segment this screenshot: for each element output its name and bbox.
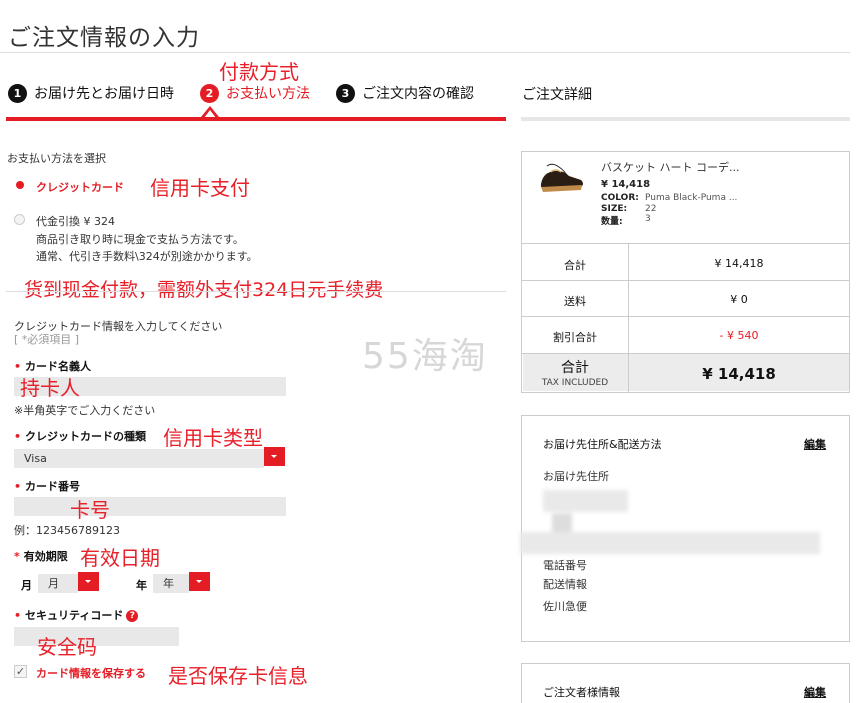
- required-star: *: [14, 550, 20, 563]
- cod-label[interactable]: 代金引換 ¥ 324: [36, 213, 115, 229]
- annotation-cod-fee: 货到现金付款，需额外支付324日元手续费: [24, 279, 384, 301]
- size-value: 22: [645, 204, 657, 214]
- step-number: 2: [200, 83, 219, 103]
- security-code-label-text: セキュリティコード: [25, 609, 124, 622]
- quantity-value: 3: [645, 214, 651, 224]
- annotation-payment-method: 付款方式: [219, 60, 299, 84]
- shipping-address-label: お届け先住所: [543, 470, 609, 483]
- total-row: 合計 TAX INCLUDED ¥ 14,418: [522, 353, 849, 391]
- total-label: 合計: [561, 360, 589, 376]
- page-title: ご注文情報の入力: [8, 25, 200, 51]
- step-progress-bar: [6, 117, 506, 121]
- shipping-card-title: お届け先住所&配送方法: [543, 438, 662, 451]
- product-price: ¥ 14,418: [601, 179, 651, 190]
- title-divider: [0, 52, 850, 53]
- annotation-expiry: 有效日期: [80, 546, 160, 570]
- order-detail-bar: [521, 117, 850, 121]
- card-number-label-text: カード番号: [25, 480, 81, 493]
- card-number-example: 例：123456789123: [14, 524, 120, 537]
- month-label: 月: [21, 579, 32, 592]
- annotation-security-code: 安全码: [37, 635, 97, 659]
- step-number: 3: [336, 83, 355, 103]
- color-label: COLOR:: [601, 193, 639, 203]
- card-type-select[interactable]: Visa: [14, 449, 264, 468]
- discount-label: 割引合計: [553, 331, 597, 344]
- year-dropdown-arrow-icon[interactable]: [189, 572, 210, 591]
- required-star: •: [14, 480, 22, 493]
- total-value: ¥ 14,418: [702, 365, 776, 383]
- required-star: •: [14, 430, 22, 443]
- watermark: 55海淘: [362, 336, 488, 377]
- card-number-input[interactable]: [14, 497, 286, 516]
- required-star: •: [14, 609, 22, 622]
- cardholder-hint: ※半角英字でご入力ください: [14, 404, 156, 417]
- size-label: SIZE:: [601, 204, 628, 214]
- redacted-address: [520, 532, 820, 554]
- product-name[interactable]: バスケット ハート コーデ...: [601, 159, 739, 175]
- save-card-checkbox[interactable]: ✓: [14, 665, 27, 678]
- cod-radio[interactable]: [14, 214, 25, 225]
- annotation-credit-card: 信用卡支付: [150, 176, 250, 200]
- color-value: Puma Black-Puma ...: [645, 193, 738, 203]
- security-code-label: • セキュリティコード?: [14, 607, 139, 623]
- step-delivery[interactable]: 1 お届け先とお届け日時: [8, 82, 174, 104]
- save-card-label[interactable]: カード情報を保存する: [36, 665, 146, 681]
- help-icon[interactable]: ?: [126, 610, 139, 622]
- tax-included-note: TAX INCLUDED: [541, 378, 609, 388]
- shipping-row: 送料 ¥ 0: [522, 280, 849, 316]
- quantity-label: 数量:: [601, 217, 623, 227]
- expiry-label: * 有効期限: [14, 548, 68, 564]
- cod-description-1: 商品引き取り時に現金で支払う方法です。: [36, 233, 244, 246]
- annotation-card-number: 卡号: [70, 498, 110, 522]
- card-number-label: • カード番号: [14, 478, 80, 494]
- discount-value: - ¥ 540: [719, 329, 759, 342]
- shipping-fee-label: 送料: [564, 295, 586, 308]
- shipping-edit-link[interactable]: 編集: [804, 436, 826, 452]
- section-divider: [6, 291, 506, 292]
- step-number: 1: [8, 83, 27, 103]
- payment-heading: お支払い方法を選択: [7, 152, 106, 165]
- summary-column-divider: [628, 244, 629, 392]
- annotation-save-card: 是否保存卡信息: [168, 664, 308, 688]
- subtotal-row: 合計 ¥ 14,418: [522, 243, 849, 280]
- expiry-label-text: 有効期限: [23, 550, 68, 563]
- annotation-cardholder: 持卡人: [20, 376, 80, 400]
- carrier-name: 佐川急便: [543, 600, 587, 613]
- discount-row: 割引合計 - ¥ 540: [522, 316, 849, 353]
- delivery-info-label: 配送情報: [543, 578, 587, 591]
- required-note: [ *必須項目 ]: [14, 333, 80, 346]
- step-confirm[interactable]: 3 ご注文内容の確認: [336, 82, 474, 104]
- subtotal-value: ¥ 14,418: [714, 257, 764, 270]
- year-label: 年: [136, 579, 147, 592]
- subtotal-label: 合計: [564, 259, 586, 272]
- customer-card-title: ご注文者様情報: [543, 686, 620, 699]
- card-type-label: • クレジットカードの種類: [14, 428, 146, 444]
- phone-label: 電話番号: [543, 559, 587, 572]
- month-select[interactable]: 月: [38, 574, 78, 593]
- step-label: お支払い方法: [226, 86, 310, 102]
- redacted-address: [543, 490, 628, 512]
- month-dropdown-arrow-icon[interactable]: [78, 572, 99, 591]
- step-label: お届け先とお届け日時: [34, 86, 174, 102]
- credit-card-label[interactable]: クレジットカード: [36, 179, 124, 195]
- shipping-fee-value: ¥ 0: [730, 293, 748, 306]
- annotation-card-type: 信用卡类型: [163, 426, 263, 450]
- step-label: ご注文内容の確認: [362, 86, 474, 102]
- product-image: [540, 163, 583, 192]
- customer-edit-link[interactable]: 編集: [804, 684, 826, 700]
- credit-card-radio[interactable]: [16, 181, 24, 189]
- order-detail-tab: ご注文詳細: [522, 87, 592, 103]
- step-payment[interactable]: 2 お支払い方法: [200, 82, 310, 104]
- year-select[interactable]: 年: [153, 574, 189, 593]
- card-type-dropdown-arrow-icon[interactable]: [264, 447, 285, 466]
- card-type-label-text: クレジットカードの種類: [25, 430, 147, 443]
- cod-description-2: 通常、代引き手数料\324が別途かかります。: [36, 250, 258, 263]
